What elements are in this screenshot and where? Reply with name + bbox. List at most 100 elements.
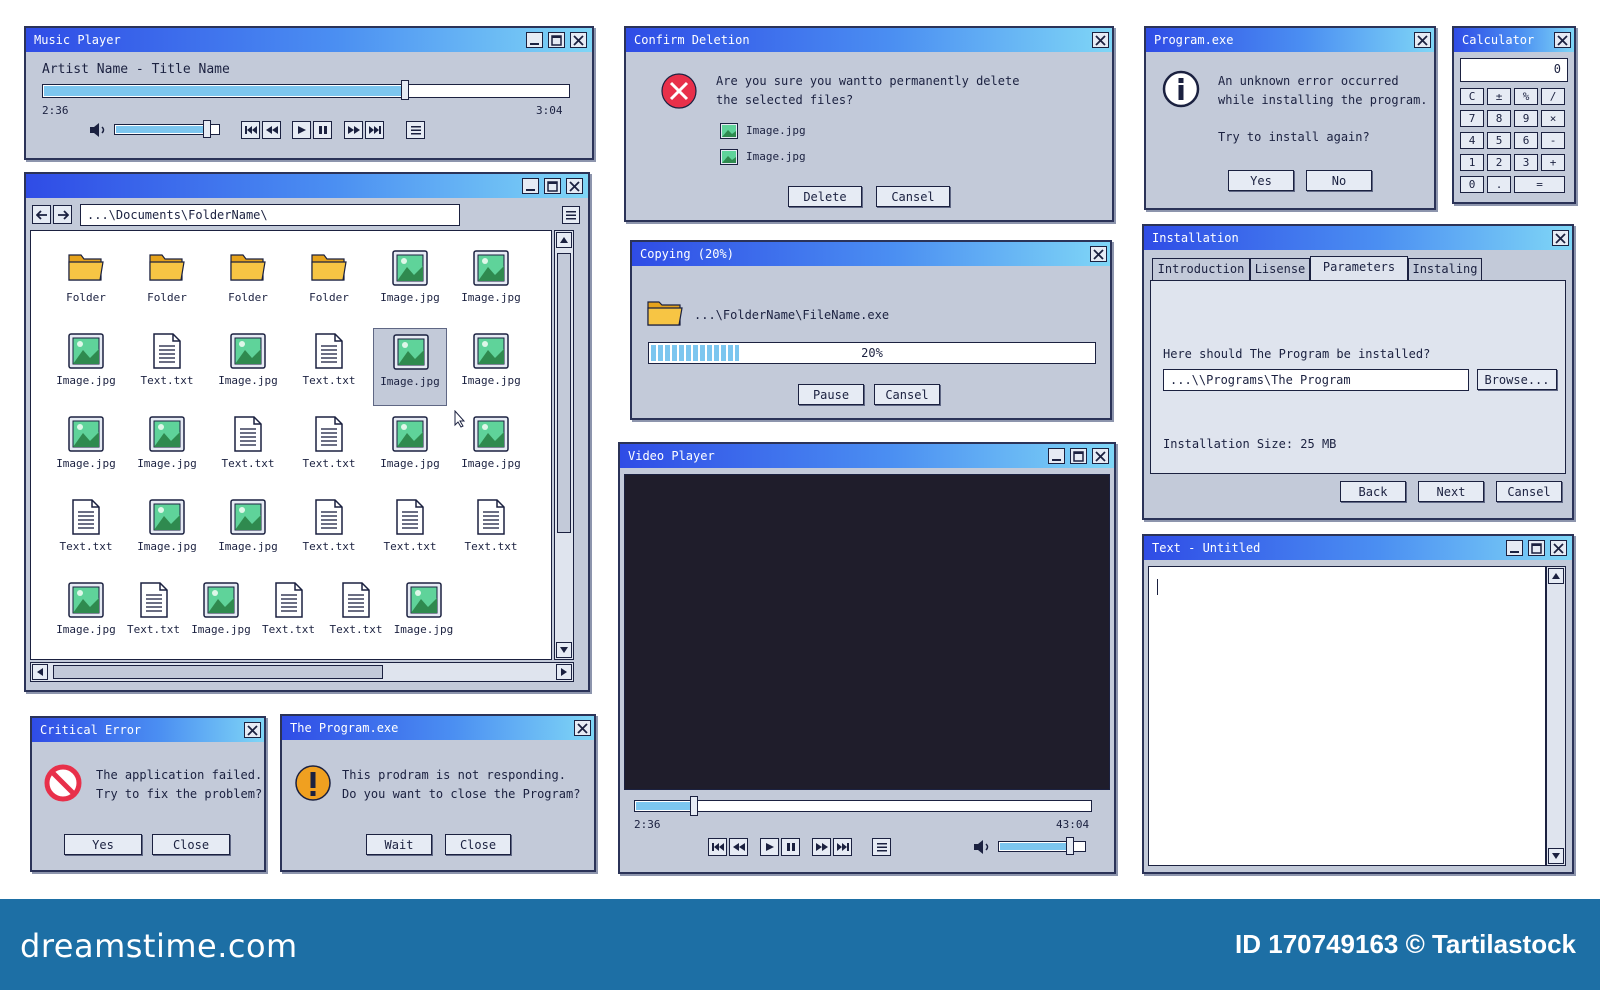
speaker-icon[interactable] [88, 122, 108, 141]
video-player-titlebar[interactable]: Video Player [620, 444, 1114, 468]
video-volume-handle[interactable] [1066, 837, 1074, 855]
calc-key-subtract[interactable]: - [1541, 132, 1565, 149]
image-file-item[interactable]: Image.jpg [373, 245, 447, 323]
skip-forward-button[interactable] [833, 838, 852, 856]
program-error-titlebar[interactable]: Program.exe [1146, 28, 1434, 52]
folder-item[interactable]: Folder [130, 245, 204, 323]
close-dialog-button[interactable]: Close [445, 834, 511, 855]
text-file-item[interactable]: Text.txt [373, 494, 447, 572]
calc-key-multiply[interactable]: × [1541, 110, 1565, 127]
calc-key-digit-2[interactable]: 2 [1487, 154, 1511, 171]
close-button[interactable] [570, 32, 587, 48]
skip-back-button[interactable] [241, 121, 260, 139]
scroll-right-button[interactable] [556, 664, 572, 680]
cancel-button[interactable]: Cansel [1496, 481, 1562, 502]
explorer-titlebar[interactable] [26, 174, 588, 198]
rewind-button[interactable] [262, 121, 281, 139]
calc-key-digit-7[interactable]: 7 [1460, 110, 1484, 127]
cancel-button[interactable]: Cansel [876, 186, 950, 207]
text-file-item[interactable]: Text.txt [454, 494, 528, 572]
image-file-item[interactable]: Image.jpg [49, 411, 123, 489]
pause-copy-button[interactable]: Pause [798, 384, 864, 405]
maximize-button[interactable] [548, 32, 565, 48]
rewind-button[interactable] [729, 838, 748, 856]
delete-button[interactable]: Delete [788, 186, 862, 207]
text-file-item[interactable]: Text.txt [292, 494, 366, 572]
close-button[interactable] [244, 722, 261, 738]
calc-key-equals[interactable]: = [1514, 176, 1565, 193]
skip-back-button[interactable] [708, 838, 727, 856]
cancel-copy-button[interactable]: Cansel [874, 384, 940, 405]
close-button[interactable] [1092, 32, 1109, 48]
maximize-button[interactable] [1070, 448, 1087, 464]
playlist-button[interactable] [406, 121, 425, 139]
maximize-button[interactable] [1528, 540, 1545, 556]
forward-nav-button[interactable] [53, 205, 72, 224]
image-file-item[interactable]: Image.jpg [387, 577, 461, 655]
image-file-item[interactable]: Image.jpg [130, 494, 204, 572]
playlist-button[interactable] [872, 838, 891, 856]
path-address-bar[interactable]: ...\Documents\FolderName\ [80, 204, 460, 226]
close-button[interactable] [1552, 230, 1569, 246]
image-file-item[interactable]: Image.jpg [211, 328, 285, 406]
text-file-item[interactable]: Text.txt [130, 328, 204, 406]
calc-key-decimal[interactable]: . [1487, 176, 1511, 193]
install-path-field[interactable]: ...\\Programs\The Program [1163, 369, 1469, 391]
close-button[interactable] [1554, 32, 1571, 48]
calc-key-digit-3[interactable]: 3 [1514, 154, 1538, 171]
text-file-item[interactable]: Text.txt [292, 411, 366, 489]
scroll-up-button[interactable] [1548, 568, 1564, 584]
no-button[interactable]: No [1306, 170, 1372, 191]
skip-forward-button[interactable] [365, 121, 384, 139]
text-editor-area[interactable] [1148, 566, 1546, 866]
pause-button[interactable] [313, 121, 332, 139]
music-seek-handle[interactable] [401, 80, 409, 100]
close-button[interactable] [574, 720, 591, 736]
calc-key-plus-minus[interactable]: ± [1487, 88, 1511, 105]
calc-key-digit-4[interactable]: 4 [1460, 132, 1484, 149]
close-button[interactable] [1092, 448, 1109, 464]
scroll-down-button[interactable] [556, 642, 572, 658]
minimize-button[interactable] [1506, 540, 1523, 556]
close-button[interactable] [1090, 246, 1107, 262]
minimize-button[interactable] [526, 32, 543, 48]
horizontal-scrollbar[interactable] [30, 662, 574, 682]
explorer-menu-button[interactable] [562, 206, 580, 224]
fast-forward-button[interactable] [344, 121, 363, 139]
yes-button[interactable]: Yes [1228, 170, 1294, 191]
vertical-scroll-thumb[interactable] [557, 253, 571, 533]
close-button[interactable] [566, 178, 583, 194]
video-seek-handle[interactable] [690, 796, 698, 816]
maximize-button[interactable] [544, 178, 561, 194]
calc-key-digit-6[interactable]: 6 [1514, 132, 1538, 149]
minimize-button[interactable] [1048, 448, 1065, 464]
vertical-scrollbar[interactable] [1546, 566, 1566, 866]
music-seek-bar[interactable] [42, 84, 570, 98]
horizontal-scroll-thumb[interactable] [53, 665, 383, 679]
text-file-item[interactable]: Text.txt [49, 494, 123, 572]
image-file-item[interactable]: Image.jpg [211, 494, 285, 572]
image-file-item[interactable]: Image.jpg [454, 245, 528, 323]
calc-key-divide[interactable]: / [1541, 88, 1565, 105]
close-button[interactable] [1414, 32, 1431, 48]
yes-button[interactable]: Yes [64, 834, 142, 855]
image-file-item[interactable]: Image.jpg [49, 577, 123, 655]
copying-titlebar[interactable]: Copying (20%) [632, 242, 1110, 266]
image-file-item[interactable]: Image.jpg [373, 411, 447, 489]
text-file-item[interactable]: Text.txt [252, 577, 326, 655]
next-button[interactable]: Next [1418, 481, 1484, 502]
folder-item[interactable]: Folder [292, 245, 366, 323]
scroll-up-button[interactable] [556, 232, 572, 248]
text-file-item[interactable]: Text.txt [211, 411, 285, 489]
installation-titlebar[interactable]: Installation [1144, 226, 1572, 250]
fast-forward-button[interactable] [812, 838, 831, 856]
browse-button[interactable]: Browse... [1477, 369, 1557, 390]
calc-key-digit-1[interactable]: 1 [1460, 154, 1484, 171]
calc-key-digit-9[interactable]: 9 [1514, 110, 1538, 127]
folder-item[interactable]: Folder [211, 245, 285, 323]
confirm-deletion-titlebar[interactable]: Confirm Deletion [626, 28, 1112, 52]
calc-key-clear[interactable]: C [1460, 88, 1484, 105]
tab-introduction[interactable]: Introduction [1152, 258, 1250, 280]
play-button[interactable] [292, 121, 311, 139]
close-button[interactable] [1550, 540, 1567, 556]
